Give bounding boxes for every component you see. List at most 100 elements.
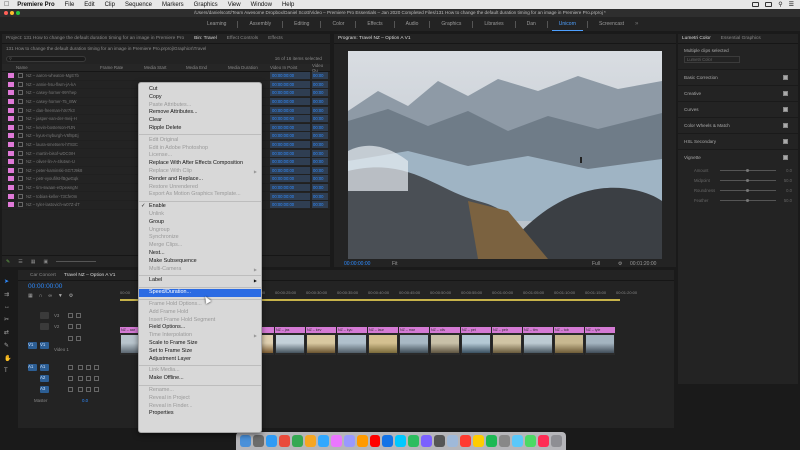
workspace-effects[interactable]: Effects [356,21,393,27]
menu-item-cut[interactable]: Cut [139,86,261,94]
lock-icon[interactable] [68,376,73,381]
menu-file[interactable]: File [65,2,75,8]
battery-icon[interactable] [765,2,773,7]
section-checkbox[interactable] [783,123,788,128]
label-color-swatch[interactable] [8,99,14,105]
section-checkbox[interactable] [783,75,788,80]
video-in-point[interactable]: 00:00:00:00 [270,175,310,183]
mic-icon[interactable] [94,387,99,392]
snap-icon[interactable]: ∩ [39,293,43,299]
label-color-swatch[interactable] [8,116,14,122]
section-creative[interactable]: Creative [678,85,798,101]
menu-item-nest[interactable]: Nest... [139,250,261,258]
status-icon[interactable] [752,2,760,7]
section-checkbox[interactable] [783,91,788,96]
slider-knob[interactable] [746,198,749,202]
label-color-swatch[interactable] [8,81,14,87]
workspace-unicorn[interactable]: Unicorn [548,21,587,31]
col-media-end[interactable]: Media End [186,65,207,70]
dock-app-icon[interactable] [434,435,446,447]
dock-app-icon[interactable] [356,435,368,447]
slip-icon[interactable]: ⇄ [4,329,16,336]
video-in-point[interactable]: 00:00:00:00 [270,123,310,131]
workspace-assembly[interactable]: Assembly [238,21,282,27]
video-in-point[interactable]: 00:00:00:00 [270,149,310,157]
dock-app-icon[interactable] [395,435,407,447]
col-media-start[interactable]: Media Start [144,65,166,70]
menu-clip[interactable]: Clip [105,2,115,8]
timeline-clip[interactable]: NZ – petr [492,327,522,355]
video-out-point[interactable]: 00:00 [312,106,328,114]
search-icon[interactable]: ⚲ [778,1,782,8]
video-out-point[interactable]: 00:00 [312,72,328,80]
table-row[interactable]: NZ – aaron-wheaton-MgE7b 00:00:00:00 00:00 [2,72,330,81]
video-out-point[interactable]: 00:00 [312,158,328,166]
timeline-clip[interactable]: NZ – jas [275,327,305,355]
video-in-point[interactable]: 00:00:00:00 [270,158,310,166]
dock-app-icon[interactable] [512,435,523,447]
menu-item-copy[interactable]: Copy [139,94,261,102]
wrench-icon[interactable]: ⚙ [618,261,622,267]
label-color-swatch[interactable] [8,159,14,165]
ripple-edit-icon[interactable]: ↔ [4,304,16,310]
timeline-clip[interactable]: NZ – laur [368,327,398,355]
zoom-window-icon[interactable] [16,11,20,15]
dock-app-icon[interactable] [421,435,433,447]
solo-icon[interactable] [86,387,91,392]
dock-app-icon[interactable] [524,435,536,447]
menu-item-adjustment-layer[interactable]: Adjustment Layer [139,356,261,364]
menu-item-properties[interactable]: Properties [139,410,261,418]
label-color-swatch[interactable] [8,90,14,96]
source-patch-v1[interactable]: V1 [28,342,37,349]
menu-item-enable[interactable]: Enable ✓ [139,203,261,211]
label-color-swatch[interactable] [8,167,14,173]
label-color-swatch[interactable] [8,176,14,182]
menu-markers[interactable]: Markers [162,2,184,8]
nest-toggle-icon[interactable]: ▦ [28,293,33,299]
video-out-point[interactable]: 00:00 [312,149,328,157]
section-basic-correction[interactable]: Basic Correction [678,69,798,85]
source-patch-a1[interactable]: A1 [28,364,37,371]
slider-value[interactable]: 0.0 [786,188,792,193]
col-video-out[interactable]: Video Ou [312,63,330,73]
menu-list-icon[interactable]: ☰ [789,1,794,8]
timeline-clip[interactable]: NZ – tob [554,327,584,355]
lock-icon[interactable] [68,336,73,341]
dock-app-icon[interactable] [369,435,381,447]
close-window-icon[interactable] [4,11,8,15]
track-target-a3[interactable]: A3 [40,386,49,393]
project-search-input[interactable]: ⚲ [6,55,86,62]
dock-app-icon[interactable] [304,435,316,447]
video-in-point[interactable]: 00:00:00:00 [270,89,310,97]
video-in-point[interactable]: 00:00:00:00 [270,98,310,106]
icon-view-icon[interactable]: ▦ [31,259,36,265]
timeline-clip[interactable]: NZ – pet [461,327,491,355]
lock-icon[interactable] [68,365,73,370]
dock-app-icon[interactable] [278,435,290,447]
label-color-swatch[interactable] [8,124,14,130]
dock-app-icon[interactable] [550,435,562,447]
menu-item-group[interactable]: Group [139,219,261,227]
video-in-point[interactable]: 00:00:00:00 [270,132,310,140]
add-marker-icon[interactable]: ▼ [58,293,63,299]
dock-app-icon[interactable] [330,435,342,447]
video-out-point[interactable]: 00:00 [312,166,328,174]
video-out-point[interactable]: 00:00 [312,192,328,200]
eye-icon[interactable] [76,324,81,329]
dock-app-icon[interactable] [265,435,277,447]
section-color-wheels[interactable]: Color Wheels & Match [678,117,798,133]
slider-knob[interactable] [746,188,749,192]
settings-icon[interactable]: ⚙ [69,293,73,299]
section-checkbox[interactable] [783,155,788,160]
timeline-clip[interactable]: NZ – tim [523,327,553,355]
track-target-v1[interactable]: V1 [40,342,49,349]
track-target-toggle[interactable] [40,312,49,319]
label-color-swatch[interactable] [8,193,14,199]
menu-app-name[interactable]: Premiere Pro [17,2,54,8]
vignette-slider[interactable]: Roundness 0.0 [678,185,798,195]
mic-icon[interactable] [94,365,99,370]
dock-app-icon[interactable] [240,435,251,447]
zoom-slider[interactable] [56,261,97,262]
dock-app-icon[interactable] [382,435,394,447]
workspace-dan[interactable]: Dan [516,21,547,27]
